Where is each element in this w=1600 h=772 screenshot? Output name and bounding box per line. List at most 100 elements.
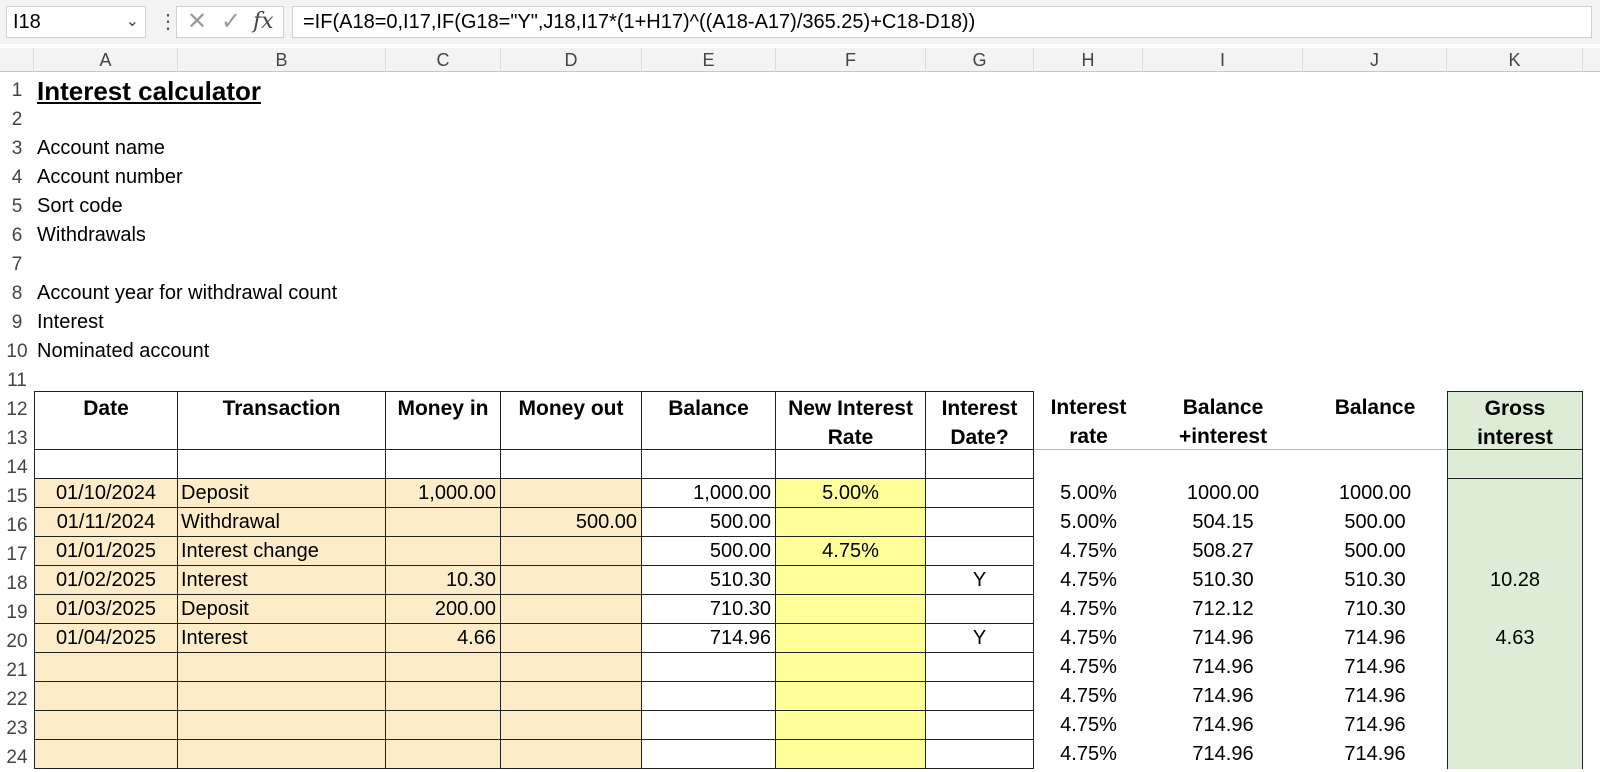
transaction-cell[interactable]: [178, 653, 386, 682]
money-in-cell[interactable]: [386, 740, 501, 769]
transaction-cell[interactable]: Withdrawal: [178, 508, 386, 537]
header-interest-rate[interactable]: Interest rate: [1034, 391, 1143, 450]
row-header[interactable]: 24: [0, 743, 34, 772]
rate-cell[interactable]: 5.00%: [1034, 479, 1143, 508]
balance-cell[interactable]: 500.00: [642, 537, 776, 566]
interest-label[interactable]: Interest: [34, 308, 104, 337]
new-rate-cell[interactable]: [776, 566, 926, 595]
balance-interest-cell[interactable]: 714.96: [1143, 682, 1303, 711]
date-cell[interactable]: [34, 740, 178, 769]
header-balance-2[interactable]: Balance: [1303, 391, 1447, 450]
date-cell[interactable]: [34, 711, 178, 740]
insert-function-icon[interactable]: fx: [253, 7, 274, 37]
column-header-j[interactable]: J: [1303, 48, 1447, 72]
formula-input[interactable]: =IF(A18=0,I17,IF(G18="Y",J18,I17*(1+H17)…: [292, 6, 1592, 38]
money-out-cell[interactable]: [501, 682, 642, 711]
column-header-i[interactable]: I: [1143, 48, 1303, 72]
gross-interest-cell[interactable]: [1447, 508, 1583, 537]
cancel-icon[interactable]: ✕: [187, 7, 207, 37]
balance-interest-cell[interactable]: 712.12: [1143, 595, 1303, 624]
sort-code-label[interactable]: Sort code: [34, 192, 123, 221]
balance-interest-cell[interactable]: 510.30: [1143, 566, 1303, 595]
name-box[interactable]: I18 ⌄: [6, 6, 146, 38]
new-rate-cell[interactable]: [776, 740, 926, 769]
column-header-h[interactable]: H: [1034, 48, 1143, 72]
balance-cell[interactable]: 710.30: [642, 595, 776, 624]
interest-date-cell[interactable]: [926, 740, 1034, 769]
table-cell[interactable]: [926, 450, 1034, 479]
balance-cell[interactable]: [642, 740, 776, 769]
table-cell[interactable]: [178, 450, 386, 479]
header-gross-interest[interactable]: Gross interest: [1447, 391, 1583, 450]
balance2-cell[interactable]: 714.96: [1303, 653, 1447, 682]
rate-cell[interactable]: 5.00%: [1034, 508, 1143, 537]
select-all-corner[interactable]: [0, 48, 34, 72]
enter-icon[interactable]: ✓: [221, 7, 241, 37]
balance2-cell[interactable]: 714.96: [1303, 682, 1447, 711]
new-rate-cell[interactable]: [776, 595, 926, 624]
row-header[interactable]: 23: [0, 714, 34, 743]
header-date[interactable]: Date: [34, 391, 178, 450]
rate-cell[interactable]: 4.75%: [1034, 566, 1143, 595]
gross-interest-cell[interactable]: [1447, 479, 1583, 508]
column-header-b[interactable]: B: [178, 48, 386, 72]
money-in-cell[interactable]: [386, 682, 501, 711]
money-in-cell[interactable]: [386, 508, 501, 537]
table-cell[interactable]: [386, 450, 501, 479]
row-header[interactable]: 15: [0, 482, 34, 511]
balance-interest-cell[interactable]: 714.96: [1143, 740, 1303, 769]
column-header-a[interactable]: A: [34, 48, 178, 72]
rate-cell[interactable]: 4.75%: [1034, 537, 1143, 566]
account-name-label[interactable]: Account name: [34, 134, 165, 163]
rate-cell[interactable]: 4.75%: [1034, 682, 1143, 711]
transaction-cell[interactable]: Deposit: [178, 595, 386, 624]
row-header[interactable]: 4: [0, 163, 34, 192]
money-out-cell[interactable]: [501, 653, 642, 682]
rate-cell[interactable]: 4.75%: [1034, 653, 1143, 682]
balance2-cell[interactable]: 714.96: [1303, 740, 1447, 769]
new-rate-cell[interactable]: [776, 508, 926, 537]
balance-cell[interactable]: 500.00: [642, 508, 776, 537]
interest-date-cell[interactable]: [926, 595, 1034, 624]
money-in-cell[interactable]: 4.66: [386, 624, 501, 653]
balance-cell[interactable]: 510.30: [642, 566, 776, 595]
chevron-down-icon[interactable]: ⌄: [126, 7, 139, 37]
date-cell[interactable]: [34, 682, 178, 711]
balance2-cell[interactable]: 714.96: [1303, 624, 1447, 653]
interest-date-cell[interactable]: [926, 711, 1034, 740]
header-new-interest-rate[interactable]: New Interest Rate: [776, 391, 926, 450]
new-rate-cell[interactable]: [776, 682, 926, 711]
balance-interest-cell[interactable]: 504.15: [1143, 508, 1303, 537]
column-header-e[interactable]: E: [642, 48, 776, 72]
row-header[interactable]: 1: [0, 76, 34, 105]
balance-cell[interactable]: [642, 653, 776, 682]
date-cell[interactable]: 01/01/2025: [34, 537, 178, 566]
balance2-cell[interactable]: 500.00: [1303, 537, 1447, 566]
interest-date-cell[interactable]: [926, 508, 1034, 537]
money-out-cell[interactable]: [501, 624, 642, 653]
transaction-cell[interactable]: Deposit: [178, 479, 386, 508]
money-in-cell[interactable]: 10.30: [386, 566, 501, 595]
rate-cell[interactable]: 4.75%: [1034, 740, 1143, 769]
row-header[interactable]: 14: [0, 453, 34, 482]
balance2-cell[interactable]: 500.00: [1303, 508, 1447, 537]
transaction-cell[interactable]: [178, 682, 386, 711]
money-in-cell[interactable]: [386, 653, 501, 682]
gross-interest-cell[interactable]: [1447, 740, 1583, 769]
money-out-cell[interactable]: [501, 711, 642, 740]
balance2-cell[interactable]: 710.30: [1303, 595, 1447, 624]
column-header-g[interactable]: G: [926, 48, 1034, 72]
withdrawals-label[interactable]: Withdrawals: [34, 221, 146, 250]
money-out-cell[interactable]: [501, 537, 642, 566]
rate-cell[interactable]: 4.75%: [1034, 624, 1143, 653]
row-header[interactable]: 21: [0, 656, 34, 685]
row-header[interactable]: 18: [0, 569, 34, 598]
row-header[interactable]: 3: [0, 134, 34, 163]
date-cell[interactable]: 01/04/2025: [34, 624, 178, 653]
table-cell[interactable]: [501, 450, 642, 479]
row-header[interactable]: 12: [0, 395, 34, 424]
money-in-cell[interactable]: 1,000.00: [386, 479, 501, 508]
nominated-account-label[interactable]: Nominated account: [34, 337, 209, 366]
gross-interest-cell[interactable]: [1447, 682, 1583, 711]
interest-date-cell[interactable]: [926, 653, 1034, 682]
